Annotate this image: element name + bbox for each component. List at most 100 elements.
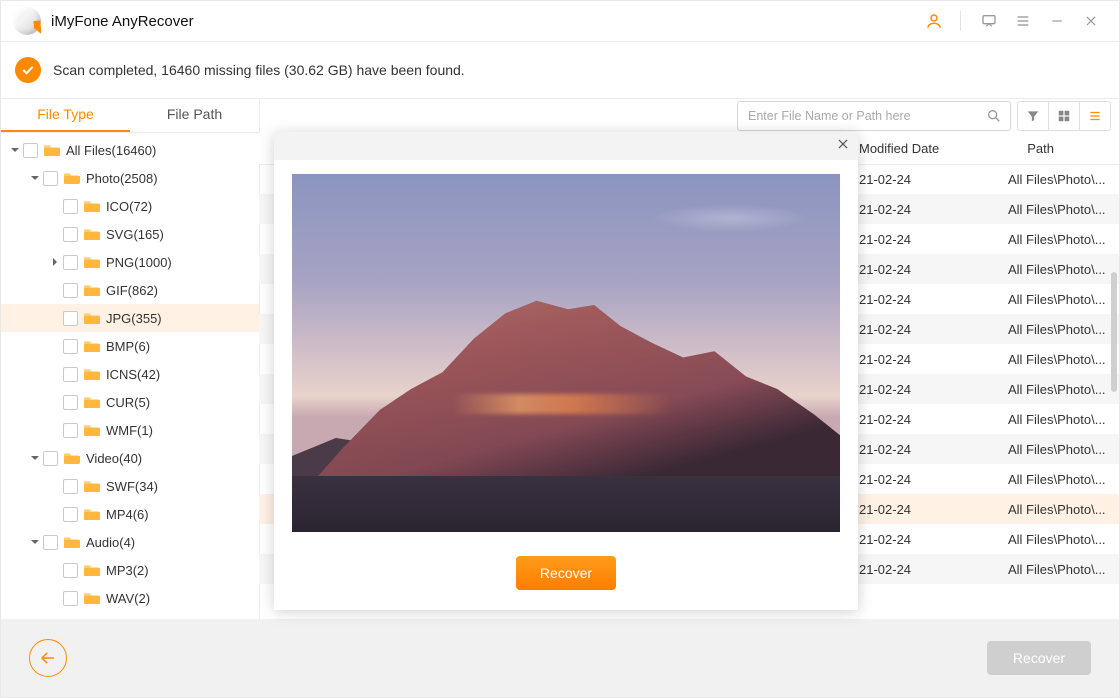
checkbox[interactable]	[63, 255, 78, 270]
tree-node[interactable]: GIF(862)	[1, 276, 259, 304]
column-path[interactable]: Path	[1027, 141, 1054, 156]
list-view-icon[interactable]	[1079, 102, 1110, 130]
tree-node[interactable]: JPG(355)	[1, 304, 259, 332]
scroll-thumb[interactable]	[1111, 272, 1117, 392]
folder-icon	[84, 227, 100, 241]
footer: Recover	[1, 619, 1119, 697]
search-box[interactable]	[737, 101, 1011, 131]
tree-node-label: Video(40)	[86, 451, 142, 466]
menu-icon[interactable]	[1007, 5, 1039, 37]
checkbox[interactable]	[63, 395, 78, 410]
twisty-icon[interactable]	[47, 254, 63, 270]
preview-recover-button[interactable]: Recover	[516, 556, 616, 590]
tree-node[interactable]: Audio(4)	[1, 528, 259, 556]
tree-node[interactable]: WMF(1)	[1, 416, 259, 444]
tree-node[interactable]: BMP(6)	[1, 332, 259, 360]
tree-node-label: MP3(2)	[106, 563, 149, 578]
checkbox[interactable]	[63, 479, 78, 494]
checkbox[interactable]	[63, 311, 78, 326]
tree-node[interactable]: All Files(16460)	[1, 136, 259, 164]
folder-icon	[64, 171, 80, 185]
folder-icon	[84, 591, 100, 605]
cell-date: 21-02-24	[859, 472, 911, 487]
tree-node[interactable]: Document(4056)	[1, 612, 259, 619]
tree-node-label: BMP(6)	[106, 339, 150, 354]
tree-node-label: ICNS(42)	[106, 367, 160, 382]
checkbox[interactable]	[43, 171, 58, 186]
folder-icon	[84, 311, 100, 325]
folder-icon	[84, 339, 100, 353]
status-check-icon	[15, 57, 41, 83]
folder-icon	[84, 367, 100, 381]
scrollbar[interactable]	[1109, 162, 1119, 617]
tree-node[interactable]: MP4(6)	[1, 500, 259, 528]
tree-node[interactable]: Video(40)	[1, 444, 259, 472]
search-icon[interactable]	[986, 108, 1002, 124]
account-icon[interactable]	[918, 5, 950, 37]
folder-icon	[84, 423, 100, 437]
tree-node[interactable]: MP3(2)	[1, 556, 259, 584]
search-input[interactable]	[746, 108, 986, 124]
cell-date: 21-02-24	[859, 502, 911, 517]
twisty-placeholder	[47, 310, 63, 326]
preview-image	[292, 174, 840, 532]
checkbox[interactable]	[23, 143, 38, 158]
tree-node[interactable]: SWF(34)	[1, 472, 259, 500]
twisty-icon[interactable]	[27, 534, 43, 550]
tree-node-label: ICO(72)	[106, 199, 152, 214]
toolbar: File Type File Path	[1, 98, 1119, 133]
twisty-placeholder	[47, 590, 63, 606]
folder-icon	[64, 535, 80, 549]
app-logo	[13, 7, 41, 35]
cell-path: All Files\Photo\...	[1008, 172, 1113, 187]
checkbox[interactable]	[63, 199, 78, 214]
preview-modal: Recover	[274, 132, 858, 610]
tree-node-label: SWF(34)	[106, 479, 158, 494]
cell-path: All Files\Photo\...	[1008, 232, 1113, 247]
recover-button-footer[interactable]: Recover	[987, 641, 1091, 675]
twisty-placeholder	[47, 506, 63, 522]
twisty-placeholder	[47, 198, 63, 214]
close-icon[interactable]	[1075, 5, 1107, 37]
feedback-icon[interactable]	[973, 5, 1005, 37]
checkbox[interactable]	[43, 535, 58, 550]
status-bar: Scan completed, 16460 missing files (30.…	[1, 42, 1119, 99]
checkbox[interactable]	[63, 591, 78, 606]
checkbox[interactable]	[63, 423, 78, 438]
checkbox[interactable]	[63, 563, 78, 578]
preview-actions: Recover	[274, 536, 858, 610]
preview-image-area	[274, 160, 858, 536]
tree-node-label: PNG(1000)	[106, 255, 172, 270]
tree-node[interactable]: WAV(2)	[1, 584, 259, 612]
tree-node[interactable]: ICO(72)	[1, 192, 259, 220]
cell-date: 21-02-24	[859, 532, 911, 547]
tree-node[interactable]: Photo(2508)	[1, 164, 259, 192]
tab-file-path[interactable]: File Path	[130, 98, 259, 132]
cell-date: 21-02-24	[859, 172, 911, 187]
checkbox[interactable]	[43, 451, 58, 466]
filter-icon[interactable]	[1018, 102, 1048, 130]
titlebar: iMyFone AnyRecover	[1, 1, 1119, 42]
cell-path: All Files\Photo\...	[1008, 442, 1113, 457]
file-tree: All Files(16460)Photo(2508) ICO(72) SVG(16…	[1, 132, 259, 619]
grid-view-icon[interactable]	[1048, 102, 1079, 130]
minimize-icon[interactable]	[1041, 5, 1073, 37]
checkbox[interactable]	[63, 339, 78, 354]
tree-node[interactable]: CUR(5)	[1, 388, 259, 416]
app-title: iMyFone AnyRecover	[51, 13, 194, 30]
tree-node[interactable]: PNG(1000)	[1, 248, 259, 276]
twisty-icon[interactable]	[27, 450, 43, 466]
twisty-icon[interactable]	[27, 170, 43, 186]
tab-file-type[interactable]: File Type	[1, 98, 130, 132]
preview-close-icon[interactable]	[836, 137, 850, 155]
tree-node[interactable]: SVG(165)	[1, 220, 259, 248]
checkbox[interactable]	[63, 367, 78, 382]
back-button[interactable]	[29, 639, 67, 677]
tree-node[interactable]: ICNS(42)	[1, 360, 259, 388]
column-modified-date[interactable]: Modified Date	[859, 141, 939, 156]
twisty-icon[interactable]	[7, 142, 23, 158]
checkbox[interactable]	[63, 283, 78, 298]
cell-path: All Files\Photo\...	[1008, 292, 1113, 307]
checkbox[interactable]	[63, 507, 78, 522]
checkbox[interactable]	[63, 227, 78, 242]
